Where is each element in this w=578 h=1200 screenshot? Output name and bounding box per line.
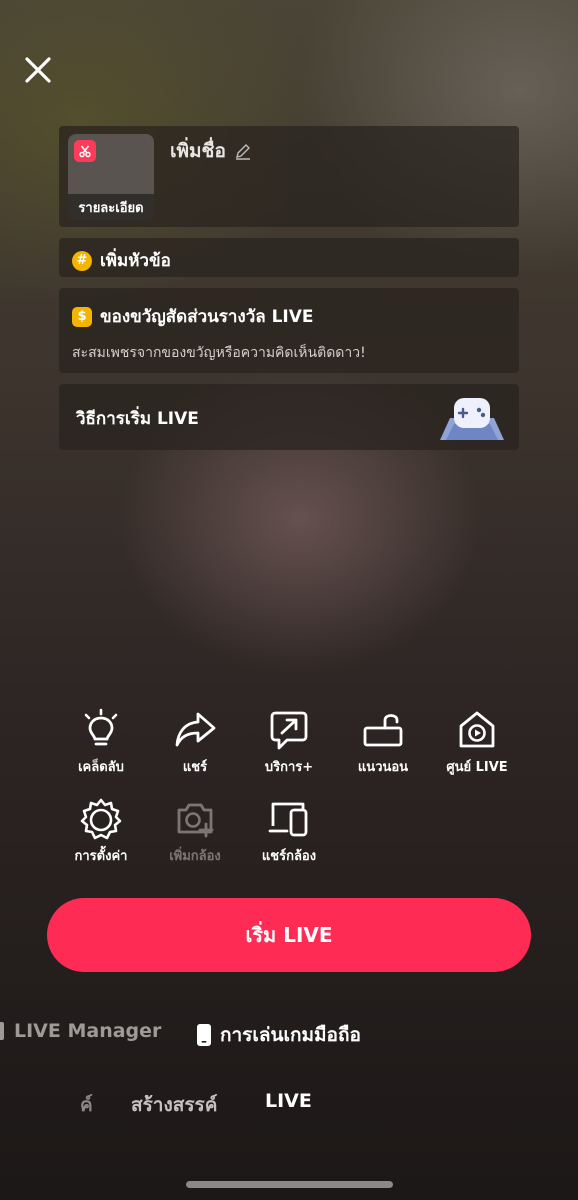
mobile-gaming-mode[interactable]: การเล่นเกมมือถือ (196, 1020, 361, 1050)
share-camera-icon (268, 802, 308, 837)
landscape-button[interactable]: แนวนอน (337, 708, 429, 777)
thumbnail-label: รายละเอียด (68, 194, 154, 220)
rewards-row: $ ของขวัญสัดส่วนรางวัล LIVE (72, 303, 314, 330)
service-icon (270, 711, 308, 750)
guide-label: วิธีการเริ่ม LIVE (76, 409, 199, 429)
tips-label: เคล็ดลับ (78, 760, 124, 775)
landscape-label: แนวนอน (357, 760, 409, 775)
lightbulb-icon (84, 708, 118, 746)
topic-label: เพิ่มหัวข้อ (100, 251, 171, 271)
rewards-title: ของขวัญสัดส่วนรางวัล LIVE (100, 307, 314, 327)
share-label: แชร์ (182, 760, 208, 775)
service-button[interactable]: บริการ+ (243, 708, 335, 777)
live-center-button[interactable]: ศูนย์ LIVE (431, 708, 523, 777)
settings-button[interactable]: การตั้งค่า (55, 797, 147, 866)
gamepad-illustration (440, 398, 504, 440)
add-title[interactable]: เพิ่มชื่อ (170, 136, 252, 166)
live-manager-label: LIVE Manager (14, 1020, 162, 1042)
topic-row: # เพิ่มหัวข้อ (72, 247, 171, 274)
tab-live[interactable]: LIVE (265, 1090, 312, 1112)
tab-create[interactable]: สร้างสรรค์ (131, 1090, 217, 1120)
landscape-icon (363, 714, 403, 747)
phone-icon (197, 1024, 211, 1046)
add-title-text: เพิ่มชื่อ (170, 140, 226, 162)
manager-icon (0, 1022, 4, 1040)
share-button[interactable]: แชร์ (149, 708, 241, 777)
tips-button[interactable]: เคล็ดลับ (55, 708, 147, 777)
hash-icon: # (72, 250, 92, 271)
add-camera-icon (177, 803, 214, 838)
settings-icon (80, 798, 122, 840)
mobile-gaming-label: การเล่นเกมมือถือ (220, 1024, 361, 1046)
settings-label: การตั้งค่า (74, 849, 128, 864)
pencil-icon (235, 144, 250, 160)
home-indicator (186, 1181, 393, 1188)
live-center-icon (459, 711, 495, 748)
share-camera-button[interactable]: แชร์กล้อง (243, 797, 335, 866)
cover-thumbnail[interactable]: รายละเอียด (68, 134, 154, 220)
close-icon[interactable] (20, 52, 56, 88)
live-center-label: ศูนย์ LIVE (446, 760, 508, 775)
add-camera-button[interactable]: เพิ่มกล้อง (149, 797, 241, 866)
dollar-icon: $ (72, 306, 92, 327)
share-camera-label: แชร์กล้อง (261, 849, 317, 864)
service-label: บริการ+ (264, 760, 314, 775)
start-live-button[interactable]: เริ่ม LIVE (47, 898, 531, 972)
rewards-subtitle: สะสมเพชรจากของขวัญหรือความคิดเห็นติดดาว! (72, 345, 366, 361)
live-manager-mode[interactable]: LIVE Manager (0, 1020, 161, 1042)
add-camera-label: เพิ่มกล้อง (169, 849, 221, 864)
tab-partial[interactable]: ค์ (80, 1090, 93, 1120)
share-icon (175, 712, 216, 747)
scissors-icon (74, 140, 96, 162)
